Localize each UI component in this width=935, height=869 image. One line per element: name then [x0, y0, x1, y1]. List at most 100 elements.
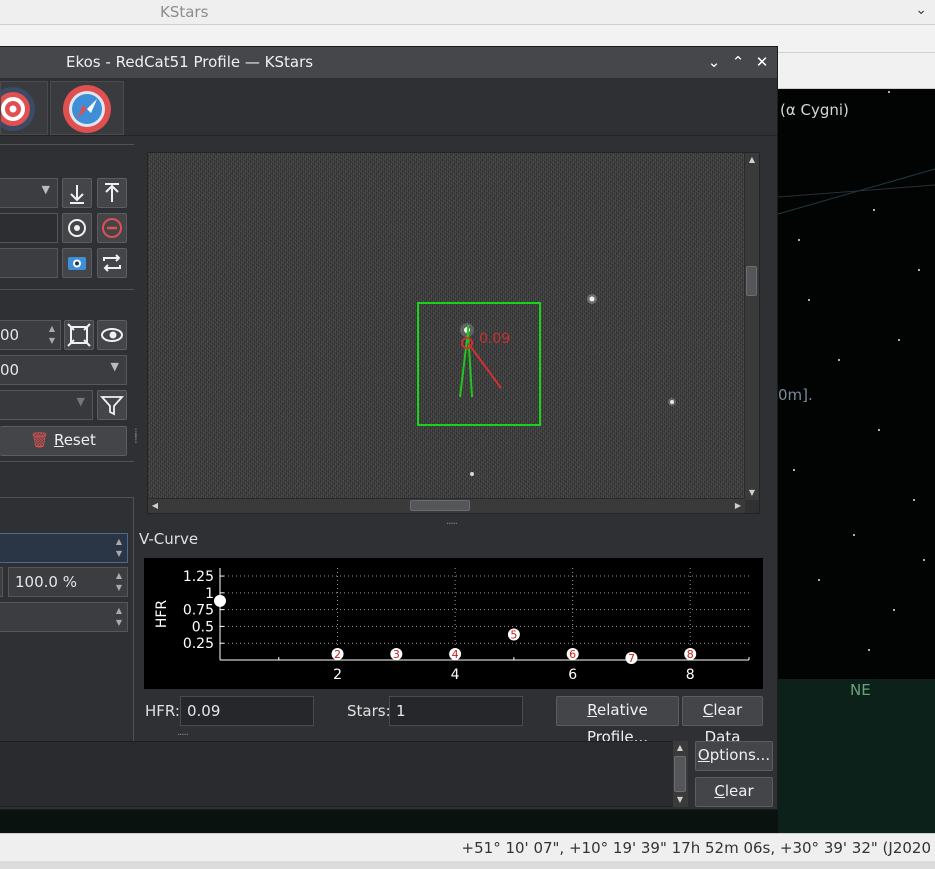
focus-module-tab[interactable] — [0, 81, 48, 135]
sky-star — [798, 239, 800, 241]
tolerance-spinbox[interactable]: ▲ ▼ — [0, 602, 128, 632]
sky-star — [893, 609, 895, 611]
camera-icon — [68, 257, 86, 270]
vcurve-point[interactable]: 8 — [684, 647, 697, 661]
vcurve-point[interactable]: 7 — [625, 651, 638, 665]
x-tick-label: 6 — [568, 667, 577, 683]
star-field: 0.09 — [417, 294, 676, 476]
scrollbar-thumb[interactable] — [674, 756, 686, 792]
arrow-up-icon — [105, 183, 119, 202]
vcurve-point[interactable]: 3 — [390, 647, 403, 661]
vcurve-point-label: 5 — [510, 628, 517, 641]
scrollbar-thumb[interactable] — [746, 266, 757, 296]
image-horizontal-scrollbar[interactable]: ◀ ▶ — [148, 498, 745, 513]
ekos-window: Ekos - RedCat51 Profile — KStars ⌄ ⌃ ✕ ▼… — [0, 46, 778, 810]
log-clear-button[interactable]: Clear — [695, 777, 773, 807]
hfr-label: HFR: — [145, 702, 180, 720]
spin-arrows-icon[interactable]: ▲ ▼ — [113, 605, 125, 629]
focus-frame-image[interactable]: 0.09 — [148, 153, 745, 500]
module-tabs — [0, 78, 777, 136]
minimize-icon[interactable]: ⌄ — [705, 52, 723, 72]
vcurve-point[interactable]: 5 — [507, 628, 520, 641]
percent-value: 100.0 % — [15, 573, 77, 591]
y-tick-label: 0.5 — [192, 619, 214, 635]
hfr-value: 0.09 — [187, 702, 221, 720]
filter-button[interactable] — [97, 390, 127, 420]
close-icon[interactable]: ✕ — [753, 52, 771, 72]
camera-settings-button[interactable] — [62, 213, 92, 243]
bottom-strip — [0, 861, 935, 869]
sky-star — [818, 579, 820, 581]
gain-select[interactable]: 00 ▼ — [0, 355, 127, 385]
subframe-button[interactable] — [64, 320, 94, 350]
eye-icon — [101, 328, 123, 342]
capture-button[interactable] — [62, 248, 92, 278]
vcurve-point-label: 2 — [334, 648, 341, 661]
exposure-spinbox[interactable]: 00 ▲ ▼ — [0, 320, 61, 350]
vcurve-point[interactable]: 2 — [331, 647, 344, 661]
vcurve-point[interactable]: 6 — [566, 647, 579, 661]
stop-icon — [102, 218, 122, 238]
sky-star — [918, 269, 920, 271]
sky-lines — [778, 168, 935, 215]
percent-spinbox[interactable]: 100.0 % ▲ ▼ — [8, 567, 128, 597]
partial-spinbox[interactable] — [0, 567, 3, 597]
spin-arrows-icon[interactable]: ▲ ▼ — [113, 536, 125, 560]
scrollbar-thumb[interactable] — [410, 500, 470, 511]
image-vertical-scrollbar[interactable]: ▲ ▼ — [744, 153, 759, 500]
gain-value: 00 — [0, 361, 20, 379]
maximize-icon[interactable]: ⌃ — [729, 52, 747, 72]
relative-profile-button[interactable]: Relative Profile... — [556, 696, 679, 746]
sky-star — [923, 559, 925, 561]
splitter-handle[interactable]: ····· — [446, 519, 458, 530]
vcurve-plot[interactable]: 2 4 6 8 1.25 1 0.75 0.5 0.25 HFR 2 3 4 5 6 7 8 — [144, 558, 763, 689]
focus-box — [417, 302, 541, 426]
x-tick-label: 2 — [333, 667, 342, 683]
sky-map[interactable]: (α Cygni) 0m]. NE — [778, 89, 935, 833]
vcurve-point-label: 3 — [393, 648, 400, 661]
stop-button[interactable] — [97, 213, 127, 243]
vcurve-point-label: 6 — [569, 648, 576, 661]
y-tick-label: 1 — [205, 586, 214, 602]
focus-in-button[interactable] — [62, 178, 92, 208]
step-spinbox[interactable]: ▲ ▼ — [0, 533, 128, 563]
chevron-down-icon[interactable]: ⌄ — [915, 2, 927, 18]
y-axis-label: HFR — [154, 600, 170, 629]
filter-wheel-select[interactable] — [0, 248, 58, 278]
spin-arrows-icon[interactable]: ▲ ▼ — [113, 570, 125, 594]
log-scrollbar[interactable]: ▲ ▼ — [672, 741, 688, 807]
exposure-value: 00 — [0, 326, 20, 344]
stars-field[interactable]: 1 — [389, 696, 523, 726]
sky-star — [868, 649, 870, 651]
loop-icon — [103, 254, 121, 272]
reset-button[interactable]: 🗑 Reset — [0, 426, 127, 456]
sky-star — [838, 359, 840, 361]
log-text-area[interactable] — [0, 741, 688, 807]
ekos-window-title: Ekos - RedCat51 Profile — KStars — [66, 53, 314, 71]
vcurve-point[interactable]: 4 — [449, 647, 462, 661]
kstars-window-title: KStars — [160, 3, 209, 21]
group-divider — [0, 461, 134, 462]
vcurve-chart: 2 4 6 8 1.2510.750.50.25 HFR 2 3 4 5 6 7 8 — [154, 568, 750, 683]
loop-button[interactable] — [97, 248, 127, 278]
clear-data-button[interactable]: Clear Data — [682, 696, 763, 746]
stars-label: Stars: — [347, 702, 391, 720]
fits-image-viewer[interactable]: 0.09 ▲ ▼ ◀ ▶ — [147, 152, 760, 514]
vcurve-point[interactable] — [214, 594, 226, 607]
focus-out-button[interactable] — [97, 178, 127, 208]
guide-module-tab[interactable] — [50, 81, 124, 135]
view-button[interactable] — [97, 320, 127, 350]
ekos-titlebar[interactable]: Ekos - RedCat51 Profile — KStars ⌄ ⌃ ✕ — [0, 47, 777, 78]
hfr-field[interactable]: 0.09 — [180, 696, 314, 726]
splitter-handle[interactable]: ⁞ ⁞ — [134, 427, 138, 445]
x-tick-label: 4 — [451, 667, 460, 683]
iso-select[interactable]: ▼ — [0, 390, 93, 420]
y-tick-label: 0.75 — [183, 603, 214, 619]
splitter-handle[interactable]: ····· — [177, 730, 189, 741]
camera-select[interactable] — [0, 213, 58, 243]
compass-icon — [63, 85, 111, 133]
spin-arrows-icon[interactable]: ▲ ▼ — [46, 323, 58, 347]
funnel-icon — [99, 396, 125, 416]
log-options-button[interactable]: Options... — [695, 741, 773, 771]
focuser-select[interactable]: ▼ — [0, 178, 58, 208]
